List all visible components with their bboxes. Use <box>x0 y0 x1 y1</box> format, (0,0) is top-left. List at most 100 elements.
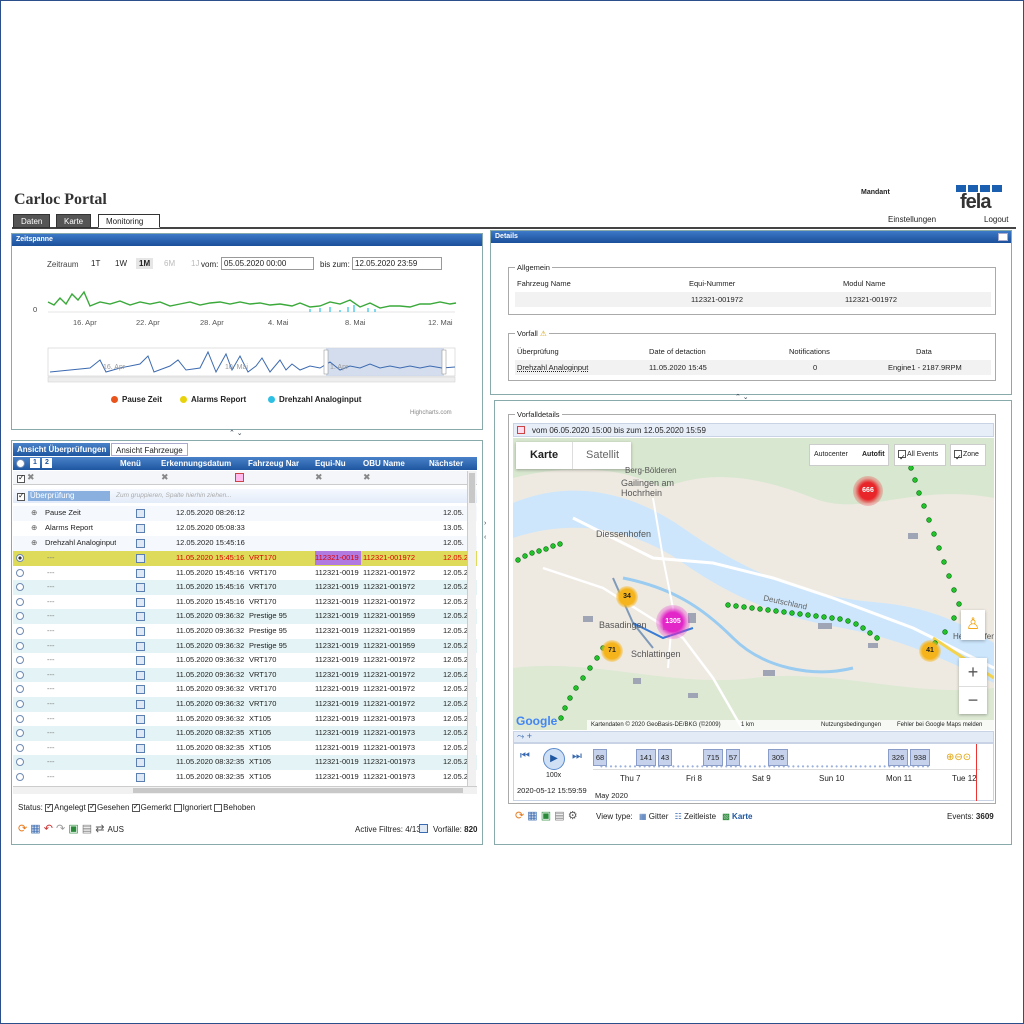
scroll-thumb[interactable] <box>469 473 475 503</box>
status-ignoriert[interactable]: Ignoriert <box>173 803 212 812</box>
timeline-cluster[interactable]: 57 <box>726 749 740 766</box>
row-menu-icon[interactable] <box>136 597 145 607</box>
autocenter-button[interactable]: Autocenter <box>814 451 848 458</box>
logout-link[interactable]: Logout <box>984 215 1008 224</box>
row-menu-icon[interactable] <box>136 743 145 753</box>
row-menu-icon[interactable] <box>136 656 145 666</box>
row-menu-icon[interactable] <box>136 700 145 709</box>
tab-daten[interactable]: Daten <box>13 214 51 228</box>
page-2-button[interactable]: 2 <box>42 458 52 468</box>
group-row[interactable]: ⊕ Alarms Report 12.05.2020 05:08:33 13.05. <box>13 521 477 536</box>
row-radio[interactable] <box>16 583 24 592</box>
row-radio[interactable] <box>16 597 24 606</box>
col-erkennungsdatum[interactable]: Erkennungsdatum <box>161 457 231 470</box>
play-button[interactable]: ▶ <box>543 748 565 770</box>
row-menu-icon[interactable] <box>136 627 145 636</box>
calendar-icon[interactable] <box>235 473 244 482</box>
map-type-karte[interactable]: Karte <box>516 442 573 469</box>
row-radio[interactable] <box>16 700 24 708</box>
view-zeitleiste[interactable]: ☷ Zeitleiste <box>675 812 716 821</box>
range-1w-button[interactable]: 1W <box>112 258 130 269</box>
col-equi[interactable]: Equi-Nu <box>315 457 346 470</box>
table-row[interactable]: --- 11.05.2020 15:45:16 VRT170 112321-0019 1… <box>13 594 477 610</box>
timeline-cluster[interactable]: 715 <box>703 749 723 766</box>
table-icon[interactable]: ▦ <box>527 810 537 822</box>
range-1t-button[interactable]: 1T <box>88 258 103 269</box>
select-all-radio[interactable] <box>16 459 25 468</box>
timeline-cluster[interactable]: 938 <box>910 749 930 766</box>
row-menu-icon[interactable] <box>136 539 145 548</box>
tab-monitoring[interactable]: Monitoring <box>98 214 160 228</box>
expand-toggle-icon[interactable]: ⊕ <box>31 536 37 550</box>
table-row[interactable]: --- 11.05.2020 08:32:35 XT105 112321-0019 11… <box>13 755 477 770</box>
row-menu-icon[interactable] <box>136 568 145 578</box>
range-6m-button[interactable]: 6M <box>161 258 178 269</box>
refresh-icon[interactable]: ⟳ <box>515 810 524 822</box>
zone-toggle[interactable]: Zone <box>950 444 986 468</box>
row-menu-icon[interactable] <box>136 714 145 724</box>
maximize-icon[interactable] <box>998 233 1008 241</box>
row-menu-icon[interactable] <box>136 583 145 593</box>
expand-toggle-icon[interactable]: ⊕ <box>31 506 37 520</box>
settings-icon[interactable]: ⚙ <box>568 810 578 822</box>
table-row[interactable]: --- 11.05.2020 09:36:32 VRT170 112321-0019 1… <box>13 697 477 712</box>
zoom-out-button[interactable]: − <box>959 686 987 714</box>
table-icon[interactable]: ▦ <box>30 823 40 835</box>
row-radio[interactable] <box>16 743 24 752</box>
row-menu-icon[interactable] <box>136 612 145 622</box>
row-radio[interactable] <box>16 758 24 767</box>
splitter-vertical[interactable]: ⌃ ⌄ <box>229 429 243 437</box>
legend-alarms-report[interactable]: Alarms Report <box>180 395 246 404</box>
expand-toggle-icon[interactable]: ⊕ <box>31 521 37 535</box>
current-time-marker[interactable] <box>976 744 977 801</box>
document-icon[interactable]: ▤ <box>554 810 564 822</box>
status-gemerkt[interactable]: Gemerkt <box>131 802 171 812</box>
tab-ansicht-fahrzeuge[interactable]: Ansicht Fahrzeuge <box>111 443 188 456</box>
map-view[interactable]: Karte Satellit Autocenter Autofit All Ev… <box>513 438 994 730</box>
table-row[interactable]: --- 11.05.2020 09:36:32 Prestige 95 112321-… <box>13 609 477 624</box>
group-chip[interactable]: Überprüfung <box>28 491 110 501</box>
row-menu-icon[interactable] <box>136 524 145 533</box>
clear-filter-icon[interactable]: ✖ <box>27 472 35 483</box>
table-row-selected[interactable]: --- 11.05.2020 15:45:16 VRT170 112321-0019 1… <box>13 551 477 566</box>
sync-icon[interactable]: ⇄ <box>95 823 104 835</box>
col-fahrzeug[interactable]: Fahrzeug Nar <box>248 457 299 470</box>
table-row[interactable]: --- 11.05.2020 09:36:32 Prestige 95 112321-… <box>13 624 477 639</box>
timeline-cluster[interactable]: 43 <box>658 749 672 766</box>
excel-icon[interactable]: ▣ <box>68 823 78 835</box>
row-radio[interactable] <box>16 670 24 679</box>
cluster-marker-red[interactable]: 666 <box>853 476 883 506</box>
timeline-cluster[interactable]: 68 <box>593 749 607 766</box>
all-events-toggle[interactable]: All Events <box>894 444 946 468</box>
street-view-pegman-icon[interactable]: ♙ <box>961 610 985 640</box>
table-row[interactable]: --- 11.05.2020 09:36:32 VRT170 112321-0019 1… <box>13 667 477 683</box>
row-radio[interactable] <box>16 773 24 781</box>
row-menu-icon[interactable] <box>136 641 145 651</box>
row-radio[interactable] <box>16 627 24 635</box>
cluster-marker-magenta[interactable]: 1305 <box>656 605 690 639</box>
status-behoben[interactable]: Behoben <box>214 803 255 812</box>
from-date-input[interactable]: 05.05.2020 00:00 <box>221 257 314 270</box>
tab-ansicht-ueberpruefungen[interactable]: Ansicht Überprüfungen <box>13 443 111 456</box>
status-angelegt[interactable]: Angelegt <box>45 802 86 812</box>
filter-check[interactable] <box>17 473 25 483</box>
row-radio[interactable] <box>16 685 24 694</box>
row-menu-icon[interactable] <box>136 670 145 680</box>
map-report[interactable]: Fehler bei Google Maps melden <box>897 720 982 730</box>
value-ueberpruefung[interactable]: Drehzahl Analoginput <box>517 363 588 372</box>
group-row[interactable]: ⊕ Drehzahl Analoginput 12.05.2020 15:45:16… <box>13 536 477 551</box>
table-row[interactable]: --- 11.05.2020 09:36:32 VRT170 112321-0019 1… <box>13 682 477 697</box>
step-forward-icon[interactable]: ⏭ <box>572 750 582 763</box>
row-radio[interactable] <box>16 568 24 577</box>
document-icon[interactable]: ▤ <box>82 823 92 835</box>
row-radio[interactable] <box>16 612 24 621</box>
map-type-satellit[interactable]: Satellit <box>574 442 631 469</box>
row-menu-icon[interactable] <box>136 729 145 739</box>
zoom-in-button[interactable]: + <box>959 658 987 686</box>
status-gesehen[interactable]: Gesehen <box>87 802 129 812</box>
timeline-cluster[interactable]: 326 <box>888 749 908 766</box>
table-row[interactable]: --- 11.05.2020 09:36:32 XT105 112321-0019 11… <box>13 711 477 727</box>
step-back-icon[interactable]: ⏮ <box>520 750 530 763</box>
cluster-marker-yellow[interactable]: 41 <box>919 640 941 662</box>
timeline-cluster[interactable]: 141 <box>636 749 656 766</box>
